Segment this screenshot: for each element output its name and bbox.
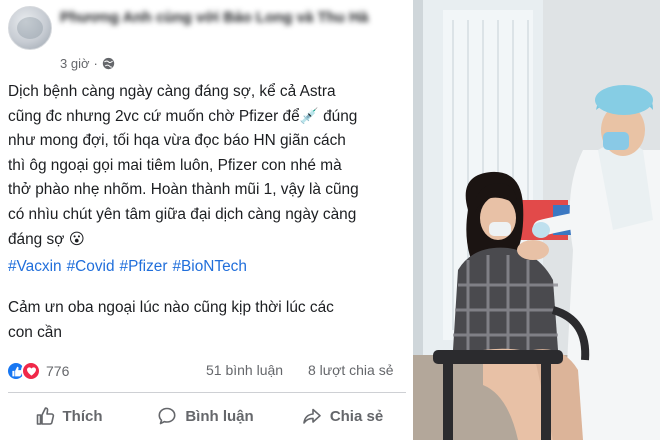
like-button[interactable]: Thích: [0, 396, 137, 436]
post-body-text: Dịch bệnh càng ngày càng đáng sợ, kể cả …: [8, 83, 359, 248]
like-button-label: Thích: [62, 407, 103, 425]
share-button[interactable]: Chia sẻ: [274, 396, 411, 436]
comment-button[interactable]: Bình luận: [137, 396, 274, 436]
comment-button-label: Bình luận: [185, 407, 254, 425]
post-meta: 3 giờ ·: [60, 56, 115, 71]
post-closing-text: Cảm ưn oba ngoại lúc nào cũng kịp thời l…: [8, 299, 334, 341]
author-name[interactable]: Phương Anh cùng với Bảo Long và Thu Hà: [60, 8, 390, 28]
vaccination-photo: [413, 0, 660, 440]
share-arrow-icon: [303, 408, 321, 424]
post-hashtags: #Vacxin #Covid #Pfizer #BioNTech: [8, 255, 408, 279]
author-avatar[interactable]: [8, 6, 52, 50]
reaction-count: 776: [46, 363, 70, 379]
post-actions: Thích Bình luận Chia sẻ: [0, 396, 411, 436]
hashtag-link[interactable]: #Pfizer: [120, 258, 168, 275]
speech-bubble-icon: [158, 407, 176, 425]
shares-count[interactable]: 8 lượt chia sẻ: [308, 362, 393, 378]
reactions-summary[interactable]: 776: [6, 361, 69, 381]
thumbs-up-icon: [36, 407, 54, 425]
hashtag-link[interactable]: #Covid: [67, 258, 115, 275]
comments-count[interactable]: 51 bình luận: [206, 362, 283, 378]
social-post: Phương Anh cùng với Bảo Long và Thu Hà 3…: [0, 0, 411, 440]
post-header: Phương Anh cùng với Bảo Long và Thu Hà 3…: [8, 6, 408, 76]
post-time[interactable]: 3 giờ: [60, 56, 90, 71]
vaccination-scene-illustration: [413, 0, 660, 440]
share-button-label: Chia sẻ: [329, 407, 384, 425]
meta-separator: ·: [93, 56, 98, 71]
hashtag-link[interactable]: #BioNTech: [172, 258, 246, 275]
globe-icon: [102, 57, 115, 70]
love-reaction-icon: [21, 361, 41, 381]
post-stats: 776 51 bình luận 8 lượt chia sẻ: [6, 360, 406, 382]
hashtag-link[interactable]: #Vacxin: [8, 258, 62, 275]
actions-divider: [8, 392, 406, 393]
